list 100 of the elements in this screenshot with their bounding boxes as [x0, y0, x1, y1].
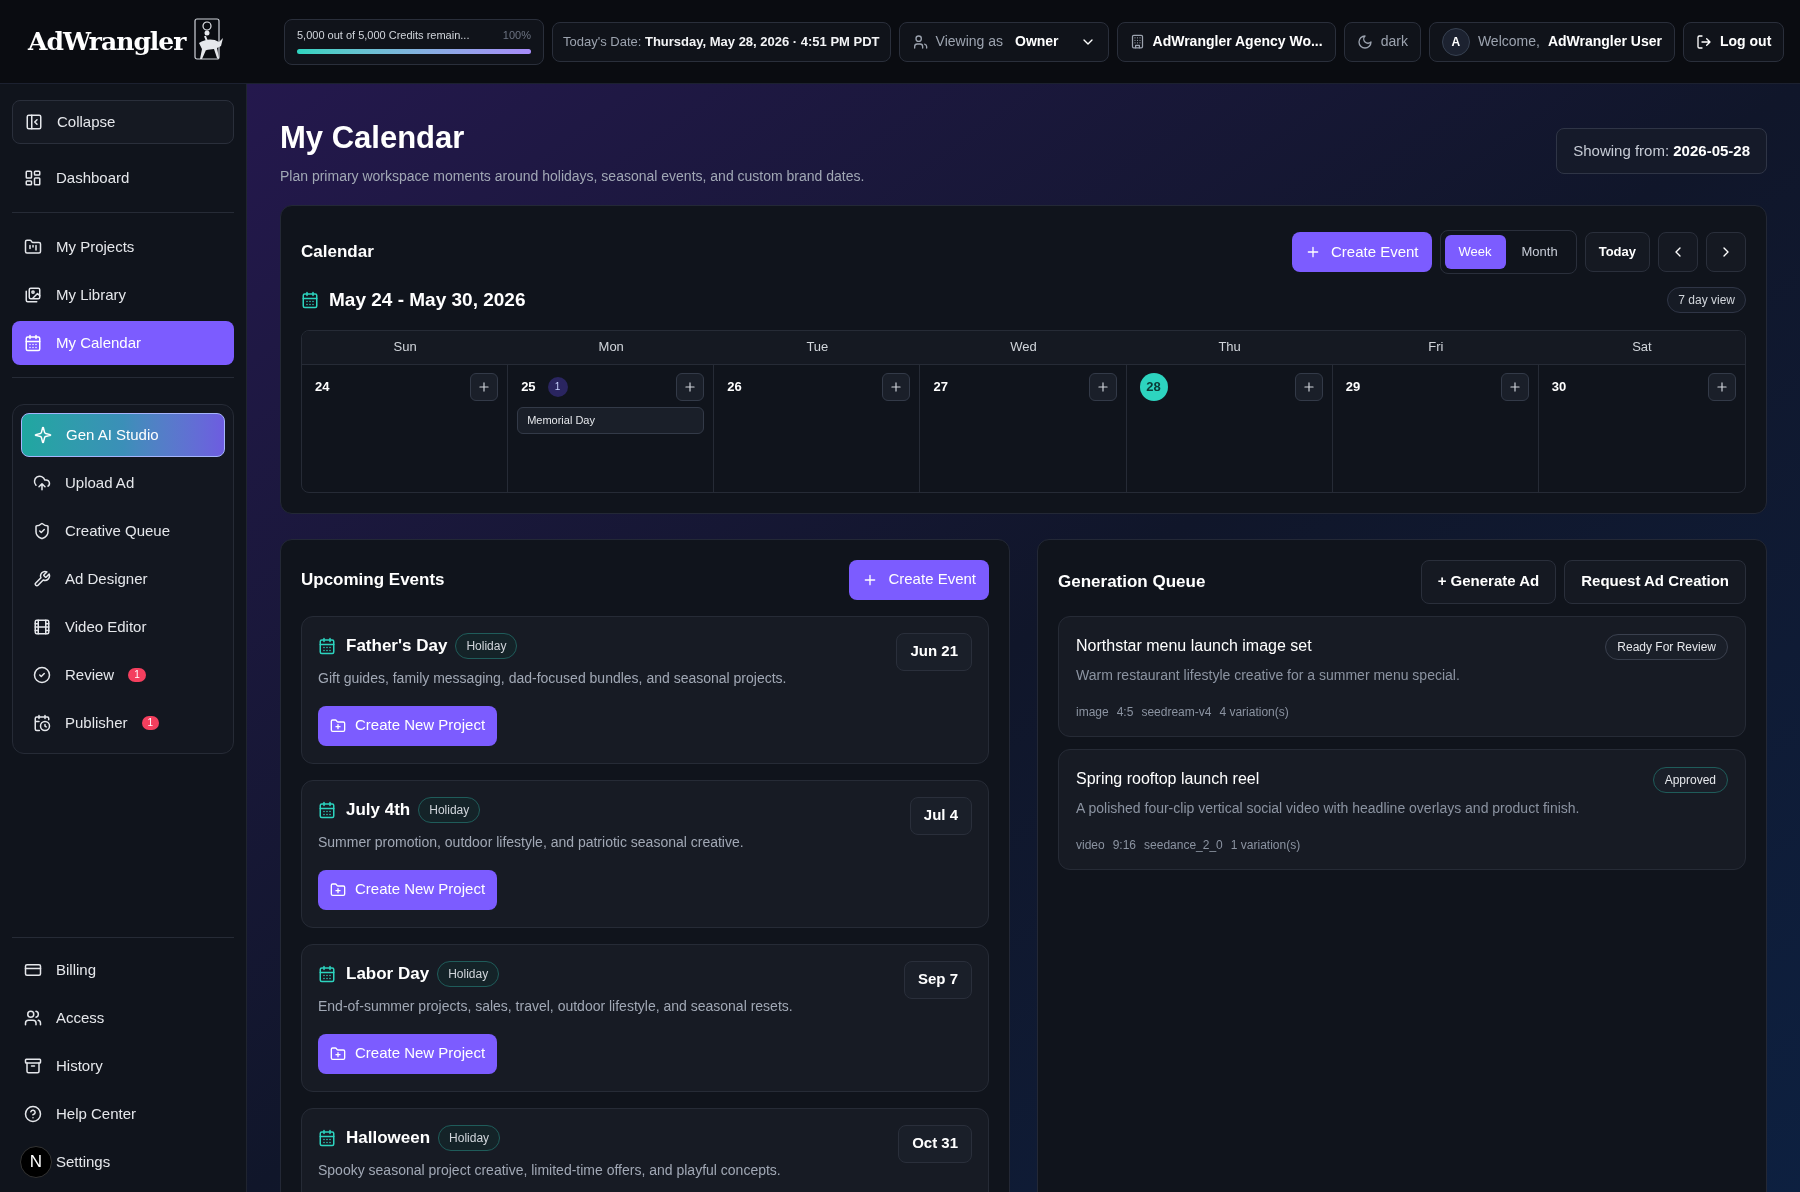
sidebar-item[interactable]: Video Editor	[21, 605, 225, 649]
sidebar-item[interactable]: Billing	[12, 948, 234, 992]
folder-plus-icon	[330, 1045, 346, 1062]
meta-tag: 9:16	[1112, 835, 1137, 854]
event-title: July 4th	[346, 798, 411, 821]
sidebar-item[interactable]: Review 1	[21, 653, 225, 697]
today-button[interactable]: Today	[1584, 232, 1650, 272]
sidebar-item[interactable]: History	[12, 1044, 234, 1088]
card-title: Calendar	[301, 241, 374, 264]
showing-from-text: Showing from: 2026-05-28	[1573, 140, 1750, 161]
meta-tag: video	[1076, 835, 1105, 854]
view-tab[interactable]: Week	[1444, 235, 1506, 269]
page-subtitle: Plan primary workspace moments around holidays, seasonal events, and custom brand dates.	[280, 167, 865, 186]
queue-action-button[interactable]: Request Ad Creation	[1564, 559, 1746, 604]
add-event-button[interactable]	[1500, 372, 1529, 401]
queue-item-title: Northstar menu launch image set	[1076, 635, 1313, 656]
sidebar-item[interactable]: Ad Designer	[21, 557, 225, 601]
create-event-button[interactable]: Create Event	[849, 559, 989, 600]
wrench-icon	[33, 570, 51, 588]
add-event-button[interactable]	[882, 372, 911, 401]
workspace-button[interactable]: AdWrangler Agency Wo...	[1116, 21, 1336, 62]
plus-icon	[1715, 379, 1729, 394]
credits-text: 5,000 out of 5,000 Credits remain...	[297, 27, 470, 43]
create-project-button[interactable]: Create New Project	[318, 869, 498, 910]
create-project-button[interactable]: Create New Project	[318, 1033, 498, 1074]
plus-icon	[889, 379, 904, 394]
viewing-value: Owner	[1015, 32, 1059, 51]
event-date: Jul 4	[909, 796, 972, 835]
welcome-label: Welcome,	[1477, 32, 1540, 51]
day-number: 28	[1139, 372, 1168, 401]
date-text: Today's Date: Thursday, May 28, 2026 · 4:51 PM PDT	[563, 32, 880, 51]
item-label: Review	[65, 664, 115, 685]
collapse-button[interactable]: Collapse	[12, 100, 234, 144]
add-event-button[interactable]	[1708, 372, 1736, 401]
day-number: 27	[933, 377, 948, 396]
dashboard-icon	[24, 169, 42, 187]
user-name: AdWrangler User	[1547, 32, 1662, 51]
item-label: Publisher	[65, 712, 128, 733]
weekday-header: Fri	[1332, 330, 1539, 365]
item-label: Video Editor	[65, 616, 147, 637]
sidebar-item[interactable]: Dashboard	[12, 156, 234, 200]
event-date: Oct 31	[898, 1124, 972, 1163]
queue-item[interactable]: Spring rooftop launch reel A polished four-clip vertical social video with headline overlays and product finish. Approved video 9:16 seedance_2_0 1 variation(s)	[1058, 748, 1746, 870]
viewing-as-dropdown[interactable]: Viewing as Owner	[898, 21, 1109, 62]
event-tag: Holiday	[418, 796, 481, 823]
queue-item-description: A polished four-clip vertical social video with headline overlays and product finish.	[1076, 798, 1580, 818]
add-event-button[interactable]	[676, 372, 705, 401]
card-title: Upcoming Events	[301, 568, 445, 591]
page-title: My Calendar	[280, 119, 466, 157]
plus-icon	[1095, 379, 1110, 394]
help-icon	[24, 1105, 42, 1123]
weekday-header: Sun	[302, 330, 509, 365]
meta-tag: 4 variation(s)	[1219, 702, 1289, 721]
add-event-button[interactable]	[470, 372, 499, 401]
dev-badge[interactable]: N	[20, 1146, 52, 1178]
calendar-icon	[318, 1128, 336, 1147]
calendar-icon	[318, 964, 336, 983]
images-icon	[24, 286, 42, 304]
event-date: Sep 7	[903, 960, 972, 999]
theme-toggle[interactable]: dark	[1343, 21, 1421, 62]
meta-tag: seedance_2_0	[1144, 835, 1223, 854]
create-project-button[interactable]: Create New Project	[318, 705, 498, 746]
weekday-header: Tue	[714, 330, 921, 365]
count-badge: 1	[141, 716, 160, 730]
meta-tag: image	[1076, 702, 1109, 721]
logout-button[interactable]: Log out	[1683, 21, 1785, 62]
queue-item-description: Warm restaurant lifestyle creative for a summer menu special.	[1076, 665, 1460, 685]
event-description: Gift guides, family messaging, dad-focused bundles, and seasonal projects.	[318, 668, 787, 688]
sidebar-item[interactable]: My Projects	[12, 225, 234, 269]
sidebar-item[interactable]: Creative Queue	[21, 509, 225, 553]
calendar-icon	[24, 334, 42, 352]
calendar-icon	[318, 800, 336, 819]
film-icon	[33, 618, 51, 636]
avatar: A	[1441, 27, 1470, 56]
event-tag: Holiday	[437, 960, 500, 987]
view-tab[interactable]: Month	[1507, 235, 1572, 269]
queue-item[interactable]: Northstar menu launch image set Warm restaurant lifestyle creative for a summer menu special. Ready For Review image 4:5 seedream-v4 4 variation(s)	[1058, 615, 1746, 737]
sidebar-item[interactable]: Publisher 1	[21, 701, 225, 745]
sidebar-item[interactable]: Access	[12, 996, 234, 1040]
count-badge: 1	[128, 668, 146, 682]
sidebar-item[interactable]: My Library	[12, 273, 234, 317]
sidebar-panel-icon	[25, 113, 43, 131]
check-circle-icon	[33, 666, 51, 684]
sidebar-item[interactable]: My Calendar	[12, 321, 234, 365]
add-event-button[interactable]	[1294, 372, 1323, 401]
building-icon	[1129, 34, 1145, 49]
queue-action-button[interactable]: + Generate Ad	[1420, 559, 1557, 604]
sidebar-item[interactable]: Upload Ad	[21, 461, 225, 505]
plus-icon	[1507, 379, 1522, 394]
event-tag: Holiday	[438, 1124, 501, 1151]
item-label: Upload Ad	[65, 472, 135, 493]
moon-icon	[1356, 33, 1373, 50]
event-date: Jun 21	[896, 632, 972, 671]
sidebar-item[interactable]: Help Center	[12, 1092, 234, 1136]
event-title: Halloween	[346, 1126, 431, 1149]
calendar-event[interactable]: Memorial Day	[517, 406, 705, 434]
create-event-button[interactable]: Create Event	[1292, 232, 1432, 272]
add-event-button[interactable]	[1088, 372, 1117, 401]
plus-icon	[1301, 379, 1316, 394]
users-icon	[24, 1009, 42, 1027]
